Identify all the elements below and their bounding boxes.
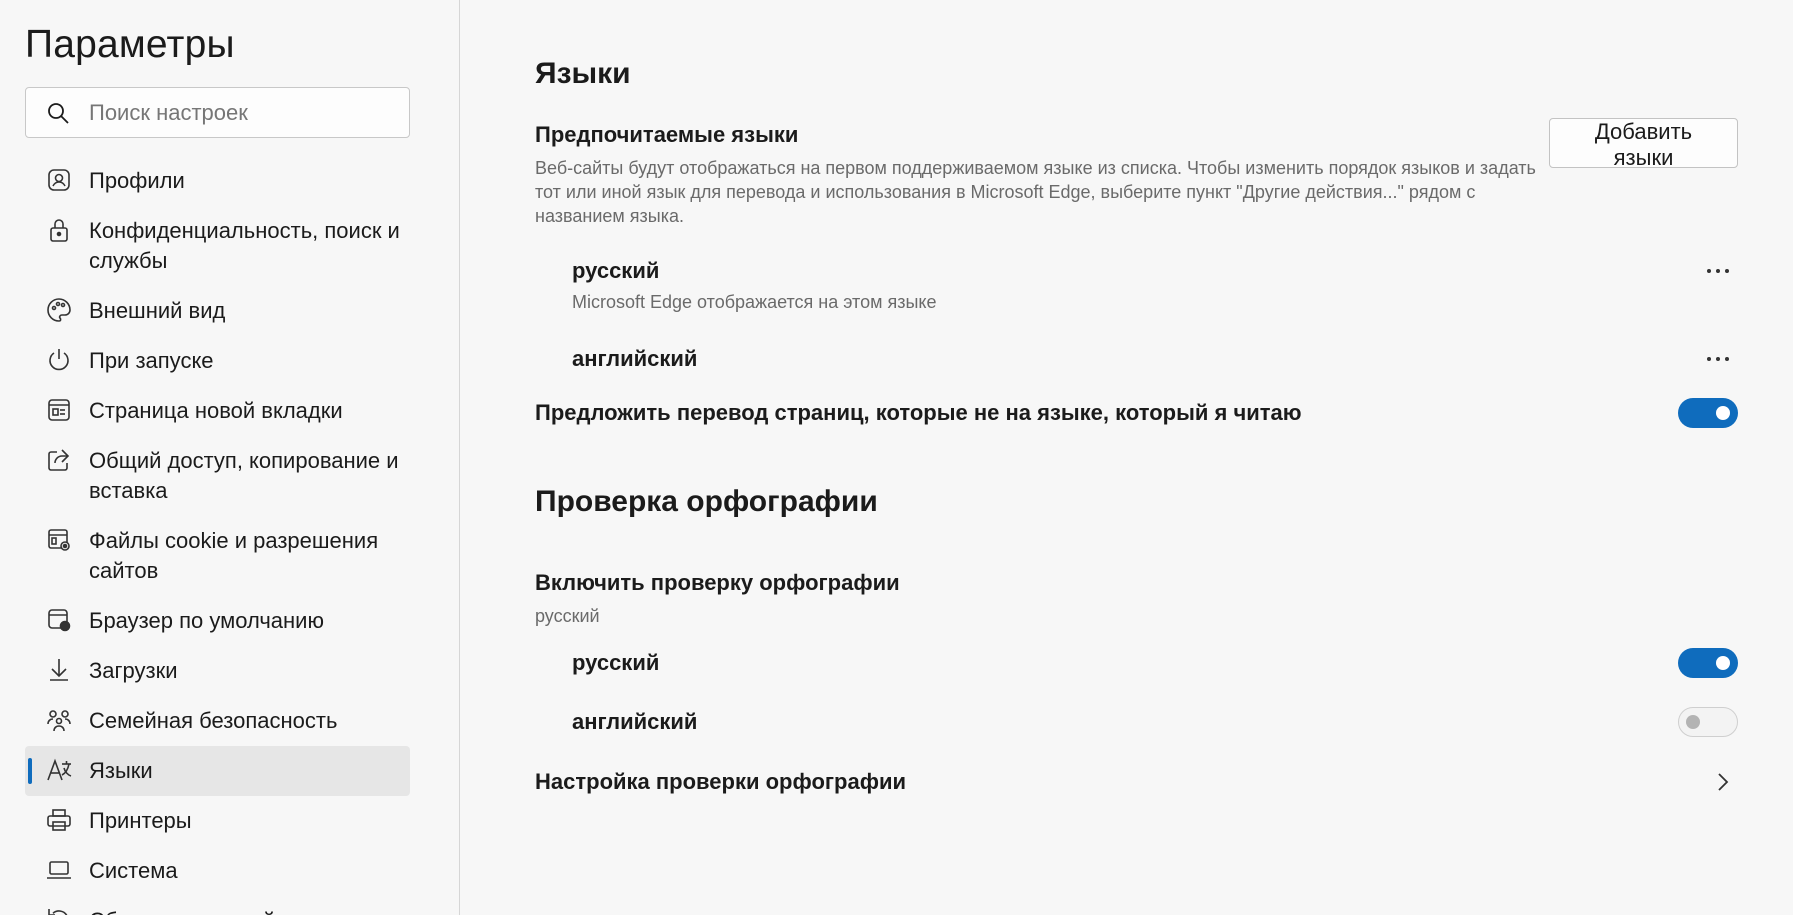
sidebar-item-appearance[interactable]: Внешний вид <box>25 286 410 336</box>
spellcheck-enable-title: Включить проверку орфографии <box>535 570 900 595</box>
sidebar-item-label: Система <box>89 858 178 883</box>
sidebar-item-profiles[interactable]: Профили <box>25 156 410 206</box>
sidebar-title: Параметры <box>25 23 235 66</box>
sidebar-item-label: Принтеры <box>89 808 192 833</box>
sidebar-item-printers[interactable]: Принтеры <box>25 796 410 846</box>
sidebar-nav: Профили Конфиденциальность, поиск и служ… <box>25 156 410 915</box>
spellcheck-row-russian: русский <box>535 648 1738 678</box>
chevron-right-icon <box>1708 767 1738 797</box>
spellcheck-heading: Проверка орфографии <box>535 485 878 518</box>
language-row-russian: русский Microsoft Edge отображается на э… <box>535 256 1738 314</box>
sidebar-item-startup[interactable]: При запуске <box>25 336 410 386</box>
more-actions-button[interactable] <box>1698 256 1738 286</box>
laptop-icon <box>45 856 73 884</box>
sidebar-item-system[interactable]: Система <box>25 846 410 896</box>
sidebar-item-reset[interactable]: Сбросить настройки <box>25 896 410 915</box>
spellcheck-customize-label: Настройка проверки орфографии <box>535 769 907 794</box>
sidebar-item-label: Конфиденциальность, поиск и службы <box>89 218 400 273</box>
search-box[interactable] <box>25 87 410 138</box>
search-input[interactable] <box>89 99 389 126</box>
sidebar-item-label: Семейная безопасность <box>89 708 338 733</box>
spellcheck-language-name: английский <box>572 709 698 734</box>
sidebar-item-languages[interactable]: Языки <box>25 746 410 796</box>
download-icon <box>45 656 73 684</box>
power-icon <box>45 346 73 374</box>
profile-icon <box>45 166 73 194</box>
printer-icon <box>45 806 73 834</box>
languages-icon <box>45 756 73 784</box>
translate-offer-row: Предложить перевод страниц, которые не н… <box>535 398 1738 428</box>
sidebar-item-privacy[interactable]: Конфиденциальность, поиск и службы <box>25 206 410 286</box>
preferred-languages-desc: Веб-сайты будут отображаться на первом п… <box>535 158 1536 226</box>
language-name: русский <box>572 258 660 283</box>
sidebar-item-label: Браузер по умолчанию <box>89 608 324 633</box>
spellcheck-enable-section: Включить проверку орфографии русский <box>535 568 1738 628</box>
sidebar-item-label: При запуске <box>89 348 214 373</box>
sidebar-item-share[interactable]: Общий доступ, копирование и вставка <box>25 436 410 516</box>
sidebar-item-new-tab[interactable]: Страница новой вкладки <box>25 386 410 436</box>
palette-icon <box>45 296 73 324</box>
sidebar-item-label: Общий доступ, копирование и вставка <box>89 448 399 503</box>
cookie-settings-icon <box>45 526 73 554</box>
preferred-languages-section: Предпочитаемые языки Веб-сайты будут ото… <box>535 118 1738 228</box>
language-sub: Microsoft Edge отображается на этом язык… <box>572 292 937 312</box>
language-row-english: английский <box>535 344 1738 374</box>
spellcheck-language-name: русский <box>572 650 660 675</box>
translate-offer-toggle[interactable] <box>1678 398 1738 428</box>
preferred-languages-title: Предпочитаемые языки <box>535 122 799 147</box>
more-icon <box>1707 269 1729 273</box>
sidebar-item-label: Загрузки <box>89 658 178 683</box>
spellcheck-customize-row[interactable]: Настройка проверки орфографии <box>535 767 1738 797</box>
add-languages-button[interactable]: Добавить языки <box>1549 118 1738 170</box>
translate-offer-label: Предложить перевод страниц, которые не н… <box>535 400 1302 425</box>
sidebar: Параметры Профили Конфиденциальность, по… <box>0 0 460 915</box>
sidebar-item-label: Файлы cookie и разрешения сайтов <box>89 528 379 583</box>
reset-icon <box>45 906 73 915</box>
default-browser-icon <box>45 606 73 634</box>
sidebar-item-label: Страница новой вкладки <box>89 398 343 423</box>
sidebar-item-family[interactable]: Семейная безопасность <box>25 696 410 746</box>
sidebar-item-downloads[interactable]: Загрузки <box>25 646 410 696</box>
lock-icon <box>45 216 73 244</box>
sidebar-item-label: Сбросить настройки <box>89 906 297 915</box>
sidebar-item-label: Языки <box>89 758 153 783</box>
languages-heading: Языки <box>535 57 631 90</box>
more-actions-button[interactable] <box>1698 344 1738 374</box>
more-icon <box>1707 357 1729 361</box>
family-icon <box>45 706 73 734</box>
search-icon <box>48 102 69 124</box>
spellcheck-enable-sub: русский <box>535 606 600 626</box>
spellcheck-row-english: английский <box>535 707 1738 737</box>
settings-window: Параметры Профили Конфиденциальность, по… <box>0 0 1793 915</box>
sidebar-item-default-browser[interactable]: Браузер по умолчанию <box>25 596 410 646</box>
sidebar-item-cookies[interactable]: Файлы cookie и разрешения сайтов <box>25 516 410 596</box>
spellcheck-english-toggle[interactable] <box>1678 707 1738 737</box>
sidebar-item-label: Внешний вид <box>89 298 226 323</box>
sidebar-item-label: Профили <box>89 168 185 193</box>
share-icon <box>45 446 73 474</box>
language-name: английский <box>572 346 698 371</box>
new-tab-icon <box>45 396 73 424</box>
spellcheck-russian-toggle[interactable] <box>1678 648 1738 678</box>
main-content: Языки Предпочитаемые языки Веб-сайты буд… <box>460 0 1793 915</box>
